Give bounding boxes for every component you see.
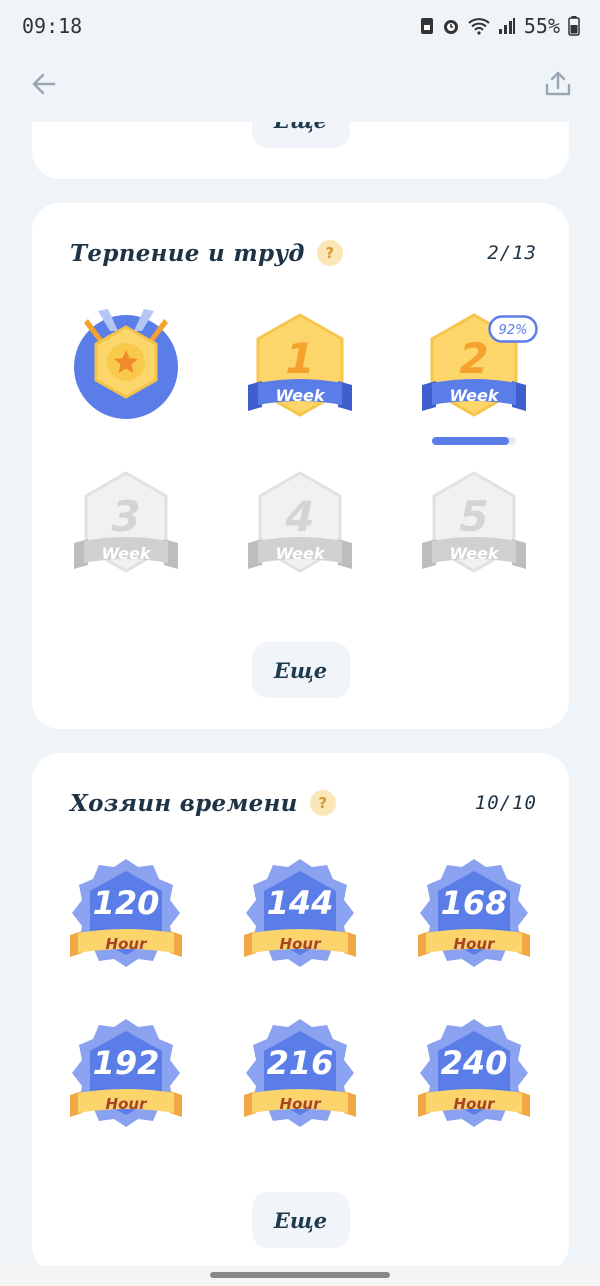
- week-2-progress-fill: [432, 437, 510, 445]
- share-icon: [545, 71, 571, 96]
- time-master-title: Хозяин времени: [70, 789, 298, 817]
- week-label: Week: [450, 386, 500, 405]
- locked-week-badge-icon: 5 Week: [422, 471, 526, 573]
- week-number: 5: [459, 492, 488, 541]
- locked-week-badge-icon: 3 Week: [74, 471, 178, 573]
- time-master-achievement-card: Хозяин времени ? 10/10 120 Hour 144 Hour: [32, 753, 569, 1273]
- arrow-left-icon: [32, 73, 56, 95]
- week-5-badge[interactable]: 5 Week: [422, 471, 526, 577]
- locked-week-badge-icon: 4 Week: [248, 471, 352, 573]
- sim-icon: [420, 18, 433, 34]
- week-label: Week: [276, 544, 326, 563]
- week-number: 1: [285, 334, 314, 383]
- hour-144-badge[interactable]: 144 Hour: [244, 857, 356, 969]
- share-button[interactable]: [538, 64, 578, 104]
- week-label: Week: [102, 544, 152, 563]
- hour-number: 216: [267, 1044, 334, 1082]
- status-bar: 09:18 55%: [0, 0, 600, 52]
- hour-label: Hour: [280, 1095, 323, 1113]
- week-1-badge[interactable]: 1 Week: [248, 313, 352, 419]
- week-2-progress-bar: [432, 437, 516, 445]
- hour-216-badge[interactable]: 216 Hour: [244, 1017, 356, 1129]
- week-number: 4: [284, 492, 314, 541]
- time-card-header: Хозяин времени ? 10/10: [70, 783, 537, 823]
- hour-label: Hour: [454, 935, 497, 953]
- week-3-badge[interactable]: 3 Week: [74, 471, 178, 577]
- percent-text: 92%: [499, 323, 528, 338]
- home-indicator[interactable]: [210, 1272, 390, 1278]
- battery-percent: 55%: [523, 14, 560, 38]
- patience-count: 2/13: [487, 242, 537, 264]
- hour-label: Hour: [454, 1095, 497, 1113]
- week-4-badge[interactable]: 4 Week: [248, 471, 352, 577]
- hour-badge-icon: 120 Hour: [70, 859, 182, 967]
- hour-badge-icon: 168 Hour: [418, 859, 530, 967]
- signal-icon: [498, 18, 515, 34]
- question-icon[interactable]: ?: [309, 790, 336, 816]
- more-button-time-master[interactable]: Еще: [251, 1192, 350, 1248]
- hour-number: 240: [441, 1044, 508, 1082]
- week-label: Week: [450, 544, 500, 563]
- hour-168-badge[interactable]: 168 Hour: [418, 857, 530, 969]
- battery-icon: [568, 16, 580, 36]
- percent-pill: 92%: [488, 315, 538, 343]
- patience-title: Терпение и труд: [70, 239, 305, 267]
- status-icons: 55%: [420, 14, 580, 38]
- previous-achievement-card: Еще: [32, 122, 569, 179]
- medal-badge[interactable]: [72, 307, 180, 419]
- patience-achievement-card: Терпение и труд ? 2/13 1 Week 2 Week 92%…: [32, 203, 569, 729]
- week-number: 2: [459, 334, 488, 383]
- week-badge-icon: 1 Week: [248, 313, 352, 417]
- back-button[interactable]: [24, 64, 64, 104]
- week-number: 3: [111, 492, 140, 541]
- hour-120-badge[interactable]: 120 Hour: [70, 857, 182, 969]
- hour-label: Hour: [106, 1095, 149, 1113]
- time-master-count: 10/10: [474, 792, 537, 814]
- top-bar: [0, 52, 600, 116]
- hour-badge-icon: 240 Hour: [418, 1019, 530, 1127]
- hour-badge-icon: 144 Hour: [244, 859, 356, 967]
- hour-number: 168: [441, 884, 508, 922]
- hour-number: 120: [93, 884, 160, 922]
- hour-label: Hour: [280, 935, 323, 953]
- question-icon[interactable]: ?: [316, 240, 343, 266]
- hour-label: Hour: [106, 935, 149, 953]
- status-time: 09:18: [22, 14, 83, 38]
- hour-badge-icon: 192 Hour: [70, 1019, 182, 1127]
- hour-number: 192: [93, 1044, 160, 1082]
- week-label: Week: [276, 386, 326, 405]
- hour-number: 144: [267, 884, 334, 922]
- more-button-previous[interactable]: Еще: [251, 122, 350, 148]
- patience-card-header: Терпение и труд ? 2/13: [70, 233, 537, 273]
- hour-badge-icon: 216 Hour: [244, 1019, 356, 1127]
- hour-240-badge[interactable]: 240 Hour: [418, 1017, 530, 1129]
- hour-192-badge[interactable]: 192 Hour: [70, 1017, 182, 1129]
- wifi-icon: [468, 18, 490, 35]
- more-button-patience[interactable]: Еще: [251, 642, 350, 698]
- medal-icon: [74, 309, 178, 419]
- alarm-icon: [443, 20, 458, 34]
